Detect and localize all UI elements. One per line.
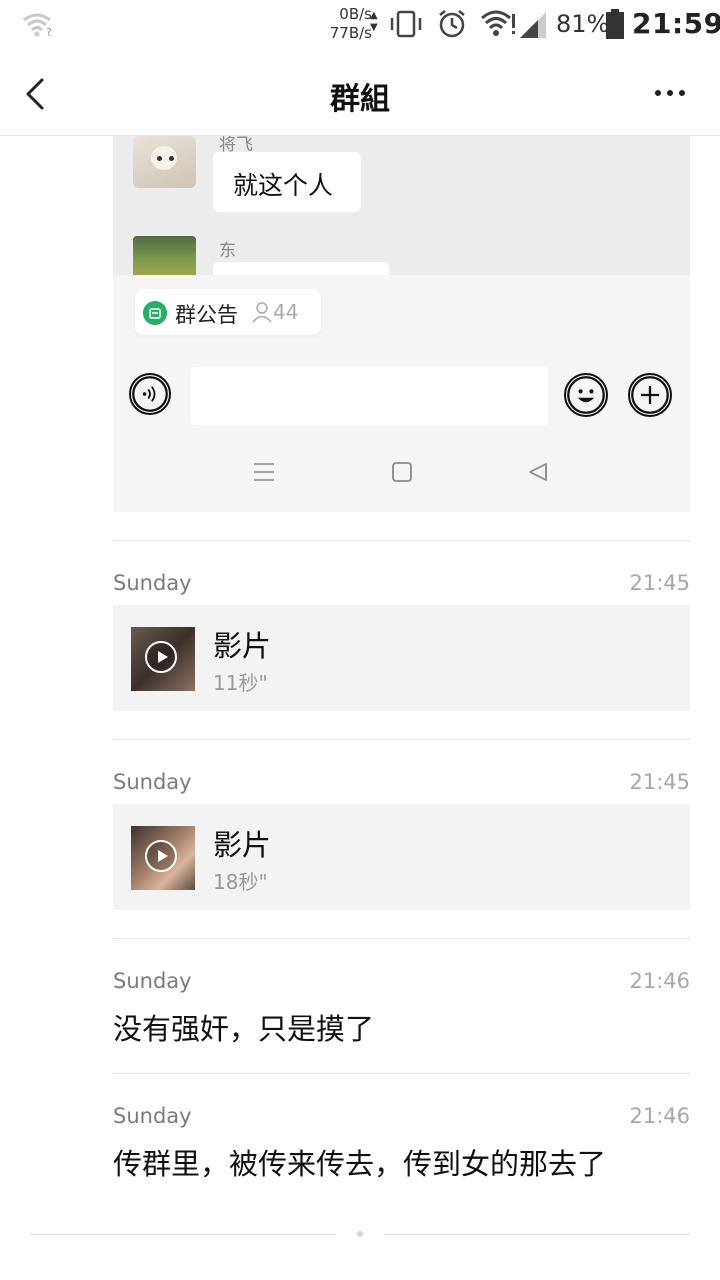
video-card[interactable]: 影片 18秒" [113,804,690,910]
divider [113,1073,690,1074]
voice-icon [129,373,171,415]
message-time: 21:46 [629,1104,690,1128]
group-notice-icon [143,301,167,325]
member-count: 44 [273,300,299,324]
vibrate-icon [390,10,422,38]
embedded-chat-screenshot[interactable]: 将飞 就这个人 东 群公告 44 [113,136,690,512]
home-icon [392,462,412,482]
video-title: 影片 [213,828,272,862]
message-text: 没有强奸，只是摸了 [113,1012,375,1046]
cat-eye [169,156,174,161]
message-time: 21:45 [629,770,690,794]
message-time: 21:45 [629,571,690,595]
sender-name: Sunday [113,571,192,595]
svg-text:?: ? [46,26,52,38]
message-text: 传群里，被传来传去，传到女的那去了 [113,1147,607,1181]
footer-dot [357,1231,363,1237]
footer-divider [30,1234,336,1235]
divider [113,739,690,740]
embedded-sender-name: 东 [219,241,236,261]
signal-icon [520,12,546,38]
video-card[interactable]: 影片 11秒" [113,605,690,711]
embedded-chat-area: 将飞 就这个人 东 [113,136,690,282]
video-duration: 11秒" [213,671,268,695]
embedded-input-area: 群公告 44 [113,275,690,512]
plus-icon [628,373,672,417]
play-icon [145,840,177,872]
alarm-icon [439,10,465,38]
data-arrows-icon: ▲ ▼ [370,10,378,33]
status-time: 21:59 [632,7,720,40]
cat-eye [157,156,162,161]
emoji-icon [564,373,608,417]
menu-icon [254,463,274,481]
embedded-message-text: 就这个人 [233,171,334,200]
more-options-icon[interactable] [650,78,690,108]
embedded-text-input [191,367,548,425]
divider [113,540,690,541]
footer-divider [384,1234,690,1235]
sender-name: Sunday [113,770,192,794]
battery-percent: 81% [556,10,610,38]
network-speed: 0B/s 77B/s [320,5,372,43]
back-triangle-icon [529,463,547,481]
sender-name: Sunday [113,969,192,993]
group-notice-chip: 群公告 44 [135,289,321,335]
landscape-avatar [133,236,196,276]
embedded-message-bubble: 就这个人 [213,152,361,212]
video-thumbnail [131,826,195,890]
video-thumbnail [131,627,195,691]
sender-name: Sunday [113,1104,192,1128]
member-icon [252,302,272,323]
battery-icon [606,9,624,39]
video-duration: 18秒" [213,870,268,894]
wifi-unknown-icon: ? [23,13,52,38]
message-time: 21:46 [629,969,690,993]
status-bar: ? 0B/s 77B/s ▲ ▼ 81% 21:59 [0,0,720,52]
group-notice-label: 群公告 [175,303,238,327]
net-speed-up: 0B/s [339,5,372,23]
page-title: 群組 [330,82,390,117]
video-title: 影片 [213,629,272,663]
net-speed-down: 77B/s [329,24,372,42]
play-icon [145,641,177,673]
divider [113,938,690,939]
nav-bar: 群組 [0,52,720,136]
cat-avatar [133,136,196,188]
wifi-icon [481,10,515,36]
